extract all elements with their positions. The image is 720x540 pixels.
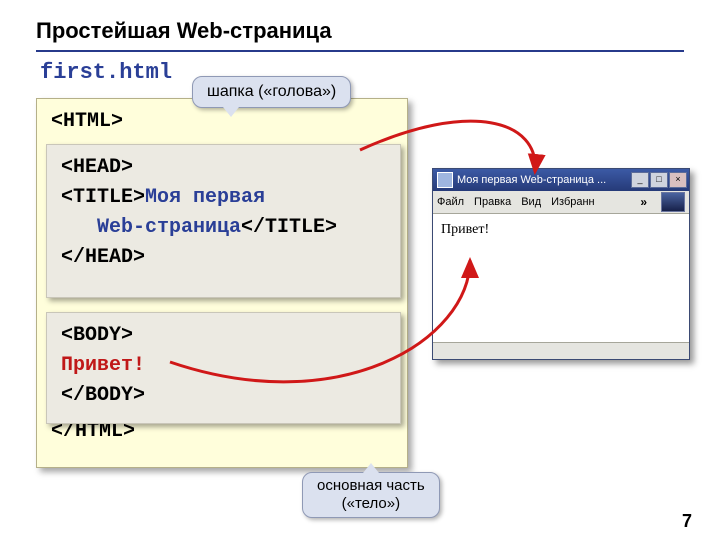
title-rule bbox=[36, 50, 684, 52]
code-body-close: </BODY> bbox=[61, 381, 400, 411]
callout-body: основная часть («тело») bbox=[302, 472, 440, 518]
slide-title: Простейшая Web-страница bbox=[36, 18, 332, 44]
code-title-line1: <TITLE>Моя первая bbox=[61, 183, 400, 213]
menu-file[interactable]: Файл bbox=[437, 196, 464, 208]
code-head-open: <HEAD> bbox=[61, 153, 400, 183]
menu-view[interactable]: Вид bbox=[521, 196, 541, 208]
menu-edit[interactable]: Правка bbox=[474, 196, 511, 208]
browser-statusbar bbox=[433, 342, 689, 359]
browser-title-text: Моя первая Web-страница ... bbox=[457, 174, 631, 186]
code-body-box: <BODY> Привет! </BODY> bbox=[46, 312, 401, 424]
code-body-open: <BODY> bbox=[61, 321, 400, 351]
browser-window: Моя первая Web-страница ... _ □ × Файл П… bbox=[432, 168, 690, 360]
browser-menubar: Файл Правка Вид Избранн » bbox=[433, 191, 689, 214]
browser-app-icon bbox=[437, 172, 453, 188]
menu-favorites[interactable]: Избранн bbox=[551, 196, 595, 208]
maximize-button[interactable]: □ bbox=[650, 172, 668, 188]
browser-content: Привет! bbox=[433, 214, 689, 246]
page-number: 7 bbox=[682, 511, 692, 532]
code-body-text: Привет! bbox=[61, 351, 400, 381]
minimize-button[interactable]: _ bbox=[631, 172, 649, 188]
code-head-box: <HEAD> <TITLE>Моя первая Web-страница</T… bbox=[46, 144, 401, 298]
callout-head: шапка («голова») bbox=[192, 76, 351, 108]
filename-text: first.html bbox=[40, 60, 172, 85]
menu-overflow-icon[interactable]: » bbox=[640, 195, 647, 209]
browser-titlebar: Моя первая Web-страница ... _ □ × bbox=[433, 169, 689, 191]
browser-logo-icon bbox=[661, 192, 685, 212]
close-button[interactable]: × bbox=[669, 172, 687, 188]
code-title-line2: Web-страница</TITLE> bbox=[61, 213, 400, 243]
code-head-close: </HEAD> bbox=[61, 243, 400, 273]
